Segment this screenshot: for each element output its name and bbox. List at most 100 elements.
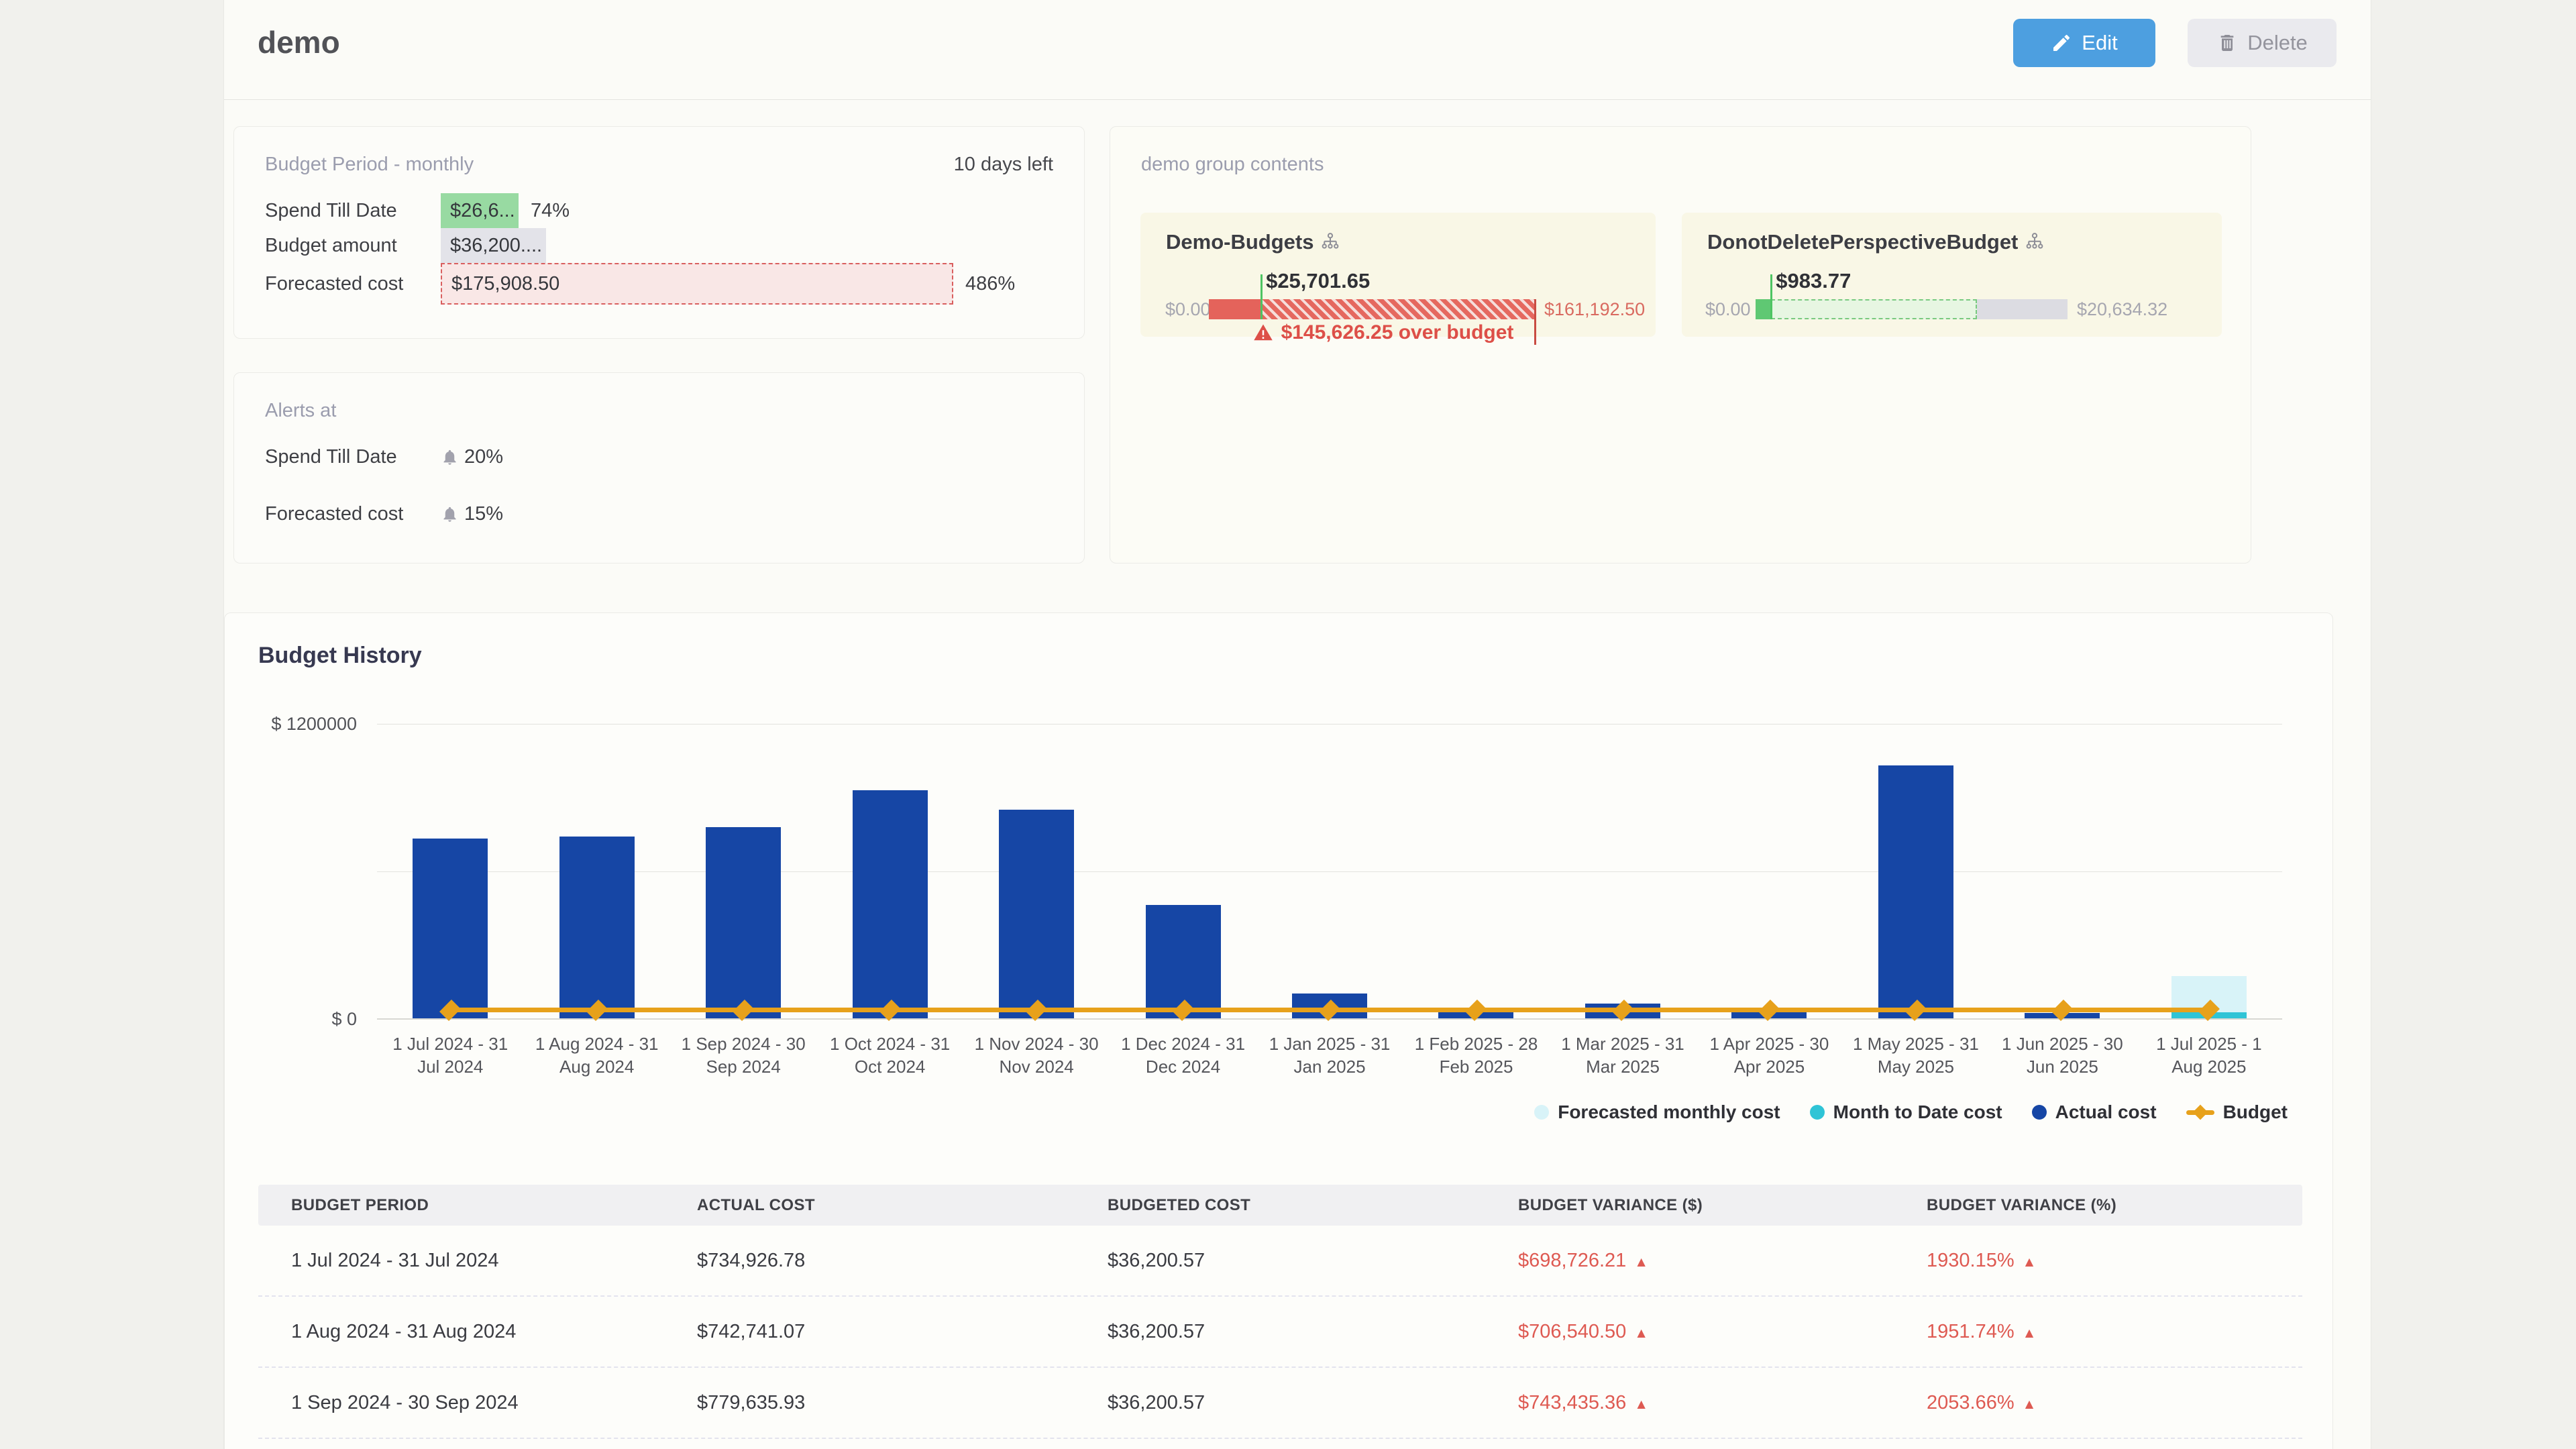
table-row[interactable]: 1 Sep 2024 - 30 Sep 2024$779,635.93$36,2… xyxy=(258,1368,2302,1439)
variance-up-icon: ▲ xyxy=(1634,1254,1648,1270)
x-axis-label: 1 Dec 2024 - 31 Dec 2024 xyxy=(1110,1032,1256,1078)
chart-plot xyxy=(377,724,2282,1019)
alerts-card: Alerts at Spend Till Date 20% Forecasted… xyxy=(233,372,1085,564)
x-axis-label: 1 Jul 2024 - 31 Jul 2024 xyxy=(377,1032,523,1078)
budget-history-panel: Budget History $ 1200000$ 0 1 Jul 2024 -… xyxy=(224,612,2333,1449)
alerts-card-title: Alerts at xyxy=(265,400,336,422)
budget-item-progress-bar[interactable] xyxy=(1209,299,1536,319)
actual-cost-bar[interactable] xyxy=(853,790,928,1019)
budget-item-demo-budgets[interactable]: Demo-Budgets $25,701.65 $0.00 $161,192.5… xyxy=(1140,213,1656,337)
page-title: demo xyxy=(258,24,340,60)
x-axis-label-text: 1 Feb 2025 - 28 Feb 2025 xyxy=(1409,1032,1544,1078)
chart-gridline xyxy=(377,871,2282,872)
legend-item[interactable]: Budget xyxy=(2186,1102,2288,1123)
spend-segment xyxy=(1756,299,1771,319)
cell-budget-variance-usd: $698,726.21▲ xyxy=(1485,1250,1894,1272)
legend-label: Month to Date cost xyxy=(1833,1102,2002,1123)
y-axis-label: $ 1200000 xyxy=(225,712,357,735)
budget-amount-row: Budget amount $36,200.... xyxy=(265,228,1064,263)
spend-till-date-bar[interactable]: $26,6... xyxy=(441,193,519,228)
cell-budgeted-cost: $36,200.57 xyxy=(1075,1250,1485,1272)
forecast-segment xyxy=(1261,299,1536,319)
cell-budgeted-cost: $36,200.57 xyxy=(1075,1321,1485,1343)
legend-item[interactable]: Month to Date cost xyxy=(1810,1102,2002,1123)
forecast-segment xyxy=(1771,299,1977,319)
actual-cost-bar[interactable] xyxy=(706,827,781,1019)
spend-till-date-label: Spend Till Date xyxy=(265,200,441,222)
budget-detail-page: demo Edit Delete Budget Period - monthly… xyxy=(0,0,2576,1449)
x-axis-label: 1 Aug 2024 - 31 Aug 2024 xyxy=(523,1032,669,1078)
cell-budget-period: 1 Aug 2024 - 31 Aug 2024 xyxy=(258,1321,664,1343)
table-row[interactable]: 1 Jul 2024 - 31 Jul 2024$734,926.78$36,2… xyxy=(258,1226,2302,1297)
variance-up-icon: ▲ xyxy=(1634,1397,1648,1412)
x-axis-label-text: 1 Jun 2025 - 30 Jun 2025 xyxy=(1995,1032,2129,1078)
budget-item-name-row: Demo-Budgets xyxy=(1166,230,1340,254)
x-axis-label: 1 Apr 2025 - 30 Apr 2025 xyxy=(1696,1032,1842,1078)
alert-spend-value: 20% xyxy=(464,446,503,468)
group-card-title: demo group contents xyxy=(1141,154,1324,176)
forecasted-cost-percent: 486% xyxy=(965,273,1015,295)
budget-legend-diamond-icon xyxy=(2192,1104,2208,1120)
budget-table-body: 1 Jul 2024 - 31 Jul 2024$734,926.78$36,2… xyxy=(258,1226,2302,1439)
x-axis-label-text: 1 Nov 2024 - 30 Nov 2024 xyxy=(969,1032,1104,1078)
x-axis-label-text: 1 Jul 2024 - 31 Jul 2024 xyxy=(383,1032,517,1078)
delete-button[interactable]: Delete xyxy=(2188,19,2337,67)
cell-budget-variance-pct: 1951.74%▲ xyxy=(1894,1321,2302,1343)
legend-dot-icon xyxy=(1534,1105,1549,1120)
cell-budget-variance-usd: $706,540.50▲ xyxy=(1485,1321,1894,1343)
budget-item-donotdelete[interactable]: DonotDeletePerspectiveBudget $983.77 $0.… xyxy=(1682,213,2222,337)
x-axis-label-text: 1 Sep 2024 - 30 Sep 2024 xyxy=(676,1032,810,1078)
forecasted-cost-label: Forecasted cost xyxy=(265,273,441,295)
cell-budgeted-cost: $36,200.57 xyxy=(1075,1392,1485,1414)
over-budget-text: $145,626.25 over budget xyxy=(1281,321,1514,344)
budget-item-current-value: $25,701.65 xyxy=(1266,269,1370,293)
budget-item-progress-bar[interactable] xyxy=(1756,299,2068,319)
x-axis-label: 1 Jan 2025 - 31 Jan 2025 xyxy=(1256,1032,1403,1078)
actual-cost-bar[interactable] xyxy=(1878,765,1953,1019)
spend-till-date-percent: 74% xyxy=(531,200,570,222)
legend-item[interactable]: Forecasted monthly cost xyxy=(1534,1102,1780,1123)
x-axis-label: 1 May 2025 - 31 May 2025 xyxy=(1843,1032,1989,1078)
alert-row-forecast: Forecasted cost 15% xyxy=(265,500,503,527)
x-axis-label-text: 1 Jan 2025 - 31 Jan 2025 xyxy=(1263,1032,1397,1078)
budget-item-name: Demo-Budgets xyxy=(1166,230,1313,254)
hierarchy-icon xyxy=(1320,232,1340,252)
delete-button-label: Delete xyxy=(2247,31,2308,55)
budget-item-max-label: $20,634.32 xyxy=(2077,299,2167,319)
chart-legend: Forecasted monthly cost Month to Date cos… xyxy=(1534,1102,2288,1123)
edit-button[interactable]: Edit xyxy=(2013,19,2155,67)
cell-budget-variance-pct: 1930.15%▲ xyxy=(1894,1250,2302,1272)
over-budget-alert: $145,626.25 over budget xyxy=(1209,321,1558,344)
main-column: demo Edit Delete Budget Period - monthly… xyxy=(223,0,2371,1449)
cell-budget-period: 1 Sep 2024 - 30 Sep 2024 xyxy=(258,1392,664,1414)
bell-icon xyxy=(441,505,459,523)
pencil-icon xyxy=(2051,32,2072,54)
legend-label: Forecasted monthly cost xyxy=(1558,1102,1780,1123)
page-content: Budget Period - monthly 10 days left Spe… xyxy=(224,99,2371,1449)
table-header-cell: ACTUAL COST xyxy=(664,1196,1075,1215)
actual-cost-bar[interactable] xyxy=(559,837,635,1019)
actual-cost-bar[interactable] xyxy=(413,839,488,1019)
forecasted-cost-bar[interactable]: $175,908.50 xyxy=(441,263,953,305)
x-axis-label-text: 1 Jul 2025 - 1 Aug 2025 xyxy=(2142,1032,2276,1078)
cell-actual-cost: $779,635.93 xyxy=(664,1392,1075,1414)
remaining-segment xyxy=(1977,299,2068,319)
budget-item-max-label: $161,192.50 xyxy=(1544,299,1645,319)
variance-up-icon: ▲ xyxy=(1634,1326,1648,1341)
table-row[interactable]: 1 Aug 2024 - 31 Aug 2024$742,741.07$36,2… xyxy=(258,1297,2302,1368)
variance-up-icon: ▲ xyxy=(2023,1326,2037,1341)
days-left-label: 10 days left xyxy=(954,154,1053,176)
table-header-cell: BUDGET VARIANCE (%) xyxy=(1894,1196,2302,1215)
cell-actual-cost: $734,926.78 xyxy=(664,1250,1075,1272)
legend-item[interactable]: Actual cost xyxy=(2032,1102,2157,1123)
actual-cost-bar[interactable] xyxy=(999,810,1074,1019)
spend-till-date-row: Spend Till Date $26,6... 74% xyxy=(265,193,1064,228)
budget-item-min-label: $0.00 xyxy=(1705,299,1751,319)
budget-amount-bar[interactable]: $36,200.... xyxy=(441,228,546,263)
warning-icon xyxy=(1253,323,1273,343)
x-axis-label: 1 Sep 2024 - 30 Sep 2024 xyxy=(670,1032,816,1078)
table-header-cell: BUDGET VARIANCE ($) xyxy=(1485,1196,1894,1215)
alert-spend-label: Spend Till Date xyxy=(265,446,441,468)
x-axis-label: 1 Mar 2025 - 31 Mar 2025 xyxy=(1550,1032,1696,1078)
x-axis-label: 1 Jun 2025 - 30 Jun 2025 xyxy=(1989,1032,2135,1078)
